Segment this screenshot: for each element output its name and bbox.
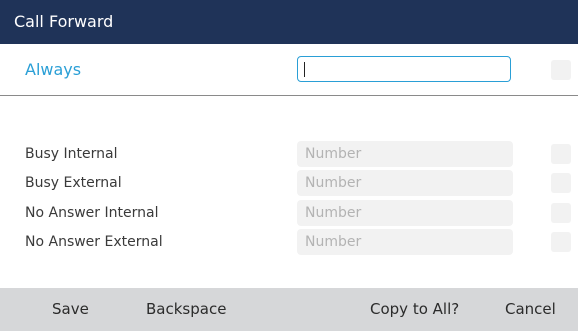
no-answer-internal-number-input[interactable]: Number: [297, 200, 513, 226]
copy-to-all-button[interactable]: Copy to All?: [370, 301, 459, 318]
busy-internal-placeholder: Number: [305, 146, 362, 162]
busy-external-placeholder: Number: [305, 175, 362, 191]
busy-external-checkbox[interactable]: [551, 173, 571, 193]
page-title: Call Forward: [14, 12, 114, 31]
no-answer-internal-label: No Answer Internal: [25, 205, 159, 221]
save-button[interactable]: Save: [52, 301, 89, 318]
busy-external-label: Busy External: [25, 175, 122, 191]
busy-internal-label: Busy Internal: [25, 146, 118, 162]
text-caret: [304, 62, 305, 77]
divider: [0, 95, 578, 96]
backspace-button[interactable]: Backspace: [146, 301, 226, 318]
always-number-input[interactable]: [297, 56, 511, 82]
title-bar: Call Forward: [0, 0, 578, 44]
no-answer-external-checkbox[interactable]: [551, 232, 571, 252]
no-answer-external-label: No Answer External: [25, 234, 163, 250]
no-answer-internal-placeholder: Number: [305, 205, 362, 221]
softkey-bar: Save Backspace Copy to All? Cancel: [0, 288, 578, 331]
cancel-button[interactable]: Cancel: [505, 301, 556, 318]
no-answer-external-placeholder: Number: [305, 234, 362, 250]
no-answer-external-number-input[interactable]: Number: [297, 229, 513, 255]
busy-external-number-input[interactable]: Number: [297, 170, 513, 196]
always-label: Always: [25, 60, 82, 79]
no-answer-internal-checkbox[interactable]: [551, 203, 571, 223]
always-checkbox[interactable]: [551, 60, 571, 80]
busy-internal-checkbox[interactable]: [551, 144, 571, 164]
busy-internal-number-input[interactable]: Number: [297, 141, 513, 167]
